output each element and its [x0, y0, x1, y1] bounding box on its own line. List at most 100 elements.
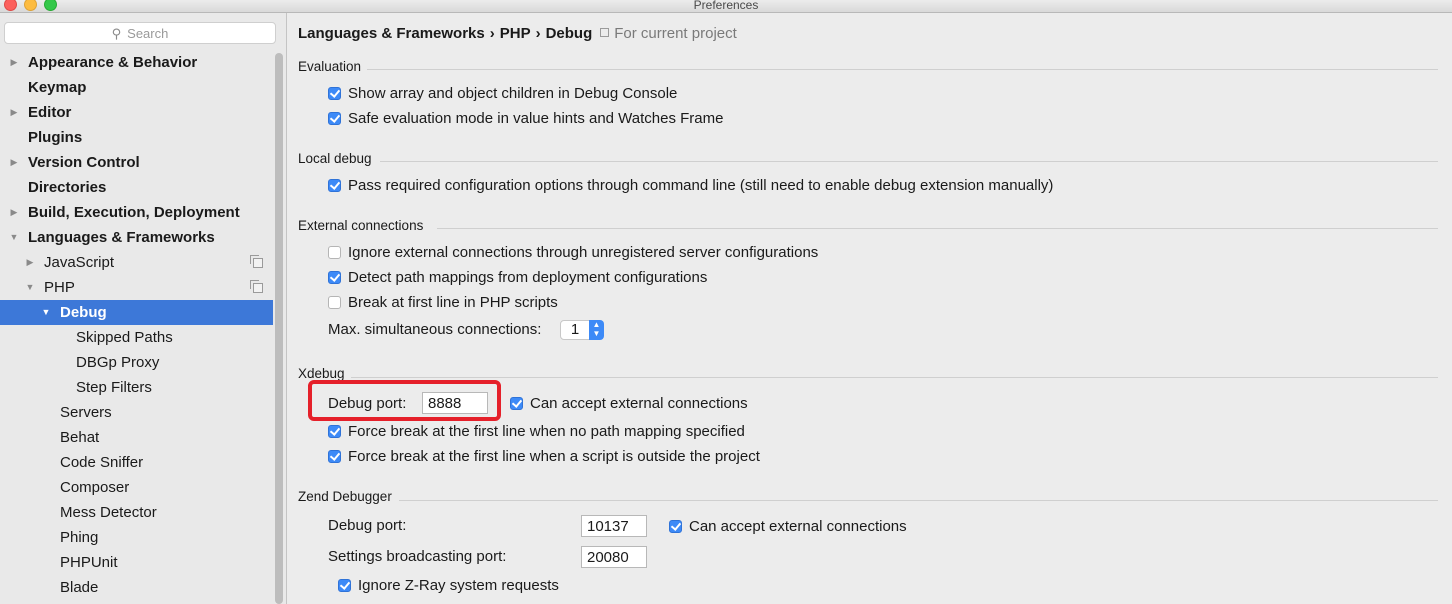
breadcrumb-debug: Debug: [545, 25, 593, 42]
zend-accept-external-label: Can accept external connections: [689, 518, 907, 535]
sidebar-item-phing[interactable]: Phing: [0, 525, 273, 550]
section-divider: [380, 161, 1438, 162]
ignore-zray-label: Ignore Z-Ray system requests: [358, 577, 559, 594]
sidebar-item-label: Languages & Frameworks: [28, 229, 215, 246]
window-title: Preferences: [693, 0, 759, 12]
breadcrumb-separator: ›: [535, 25, 541, 42]
sidebar-item-skipped-paths[interactable]: Skipped Paths: [0, 325, 273, 350]
sidebar-item-debug[interactable]: ▼ Debug: [0, 300, 273, 325]
expand-arrow-icon[interactable]: ▶: [24, 250, 36, 275]
section-divider: [437, 228, 1438, 229]
collapse-arrow-icon[interactable]: ▼: [8, 225, 20, 250]
sidebar-item-label: Composer: [60, 479, 130, 496]
safe-eval-label: Safe evaluation mode in value hints and …: [348, 110, 724, 127]
expand-arrow-icon[interactable]: ▶: [8, 100, 20, 125]
sidebar-scrollbar[interactable]: [275, 53, 283, 604]
search-icon: ⚲: [111, 26, 122, 41]
settings-tree: ▶ Appearance & Behavior Keymap ▶ Editor …: [0, 50, 273, 600]
sidebar-item-label: Version Control: [28, 154, 140, 171]
sidebar-item-servers[interactable]: Servers: [0, 400, 273, 425]
ignore-zray-checkbox[interactable]: [338, 579, 351, 592]
zend-accept-external-checkbox[interactable]: [669, 520, 682, 533]
sidebar-item-mess-detector[interactable]: Mess Detector: [0, 500, 273, 525]
force-break-no-mapping-checkbox[interactable]: [328, 425, 341, 438]
break-first-line-checkbox[interactable]: [328, 296, 341, 309]
force-break-outside-label: Force break at the first line when a scr…: [348, 448, 760, 465]
sidebar-item-label: Appearance & Behavior: [28, 54, 198, 71]
force-break-no-mapping-label: Force break at the first line when no pa…: [348, 423, 745, 440]
sidebar-item-label: Mess Detector: [60, 504, 157, 521]
sidebar-item-php[interactable]: ▼ PHP: [0, 275, 273, 300]
sidebar-item-behat[interactable]: Behat: [0, 425, 273, 450]
section-divider: [399, 500, 1438, 501]
section-title-xdebug: Xdebug: [298, 366, 345, 381]
breadcrumb-separator: ›: [489, 25, 495, 42]
ignore-external-checkbox[interactable]: [328, 246, 341, 259]
sidebar-item-code-sniffer[interactable]: Code Sniffer: [0, 450, 273, 475]
search-placeholder: Search: [127, 26, 169, 41]
sidebar-item-label: JavaScript: [44, 254, 115, 271]
sidebar-item-javascript[interactable]: ▶ JavaScript: [0, 250, 273, 275]
sidebar-item-label: Plugins: [28, 129, 83, 146]
show-array-checkbox[interactable]: [328, 87, 341, 100]
expand-arrow-icon[interactable]: ▶: [8, 200, 20, 225]
sidebar-item-label: Skipped Paths: [76, 329, 173, 346]
project-scope-icon: [600, 28, 610, 37]
safe-eval-checkbox[interactable]: [328, 112, 341, 125]
break-first-line-label: Break at first line in PHP scripts: [348, 294, 558, 311]
section-divider: [351, 377, 1438, 378]
sidebar-item-languages-frameworks[interactable]: ▼ Languages & Frameworks: [0, 225, 273, 250]
sidebar-item-label: Step Filters: [76, 379, 152, 396]
scope-label: For current project: [600, 25, 737, 42]
sidebar-item-label: Servers: [60, 404, 112, 421]
sidebar-item-label: Keymap: [28, 79, 87, 96]
xdebug-port-input[interactable]: [422, 392, 488, 414]
sidebar-item-directories[interactable]: Directories: [0, 175, 273, 200]
sidebar-item-label: Editor: [28, 104, 72, 121]
pass-options-label: Pass required configuration options thro…: [348, 177, 1054, 194]
show-array-label: Show array and object children in Debug …: [348, 85, 678, 102]
xdebug-port-label: Debug port:: [328, 395, 407, 412]
section-title-local-debug: Local debug: [298, 151, 372, 166]
sidebar-item-editor[interactable]: ▶ Editor: [0, 100, 273, 125]
broadcast-port-label: Settings broadcasting port:: [328, 548, 507, 565]
sidebar-item-version-control[interactable]: ▶ Version Control: [0, 150, 273, 175]
breadcrumb-languages-frameworks: Languages & Frameworks: [298, 25, 485, 42]
detect-mappings-label: Detect path mappings from deployment con…: [348, 269, 708, 286]
breadcrumb: Languages & Frameworks › PHP › Debug For curr…: [298, 25, 737, 42]
sidebar-item-dbgp-proxy[interactable]: DBGp Proxy: [0, 350, 273, 375]
detect-mappings-checkbox[interactable]: [328, 271, 341, 284]
sidebar-item-plugins[interactable]: Plugins: [0, 125, 273, 150]
collapse-arrow-icon[interactable]: ▼: [24, 275, 36, 300]
expand-arrow-icon[interactable]: ▶: [8, 150, 20, 175]
breadcrumb-php: PHP: [499, 25, 531, 42]
scope-text: For current project: [614, 25, 737, 42]
sidebar-item-phpunit[interactable]: PHPUnit: [0, 550, 273, 575]
search-input[interactable]: ⚲ Search: [4, 22, 276, 44]
sidebar-item-step-filters[interactable]: Step Filters: [0, 375, 273, 400]
window-titlebar: Preferences: [0, 0, 1452, 13]
sidebar-item-label: Behat: [60, 429, 100, 446]
sidebar-item-label: Build, Execution, Deployment: [28, 204, 240, 221]
max-connections-input[interactable]: 1: [560, 320, 590, 340]
force-break-outside-checkbox[interactable]: [328, 450, 341, 463]
broadcast-port-input[interactable]: [581, 546, 647, 568]
sidebar-item-composer[interactable]: Composer: [0, 475, 273, 500]
sidebar-item-keymap[interactable]: Keymap: [0, 75, 273, 100]
sidebar-item-label: Code Sniffer: [60, 454, 144, 471]
collapse-arrow-icon[interactable]: ▼: [40, 300, 52, 325]
sidebar-item-build-execution-deployment[interactable]: ▶ Build, Execution, Deployment: [0, 200, 273, 225]
section-divider: [367, 69, 1438, 70]
sidebar-item-blade[interactable]: Blade: [0, 575, 273, 600]
settings-panel: Languages & Frameworks › PHP › Debug For curr…: [287, 13, 1452, 604]
zend-port-input[interactable]: [581, 515, 647, 537]
settings-sidebar: ⚲ Search ▶ Appearance & Behavior Keymap ▶…: [0, 13, 287, 604]
zend-port-label: Debug port:: [328, 517, 407, 534]
expand-arrow-icon[interactable]: ▶: [8, 50, 20, 75]
pass-options-checkbox[interactable]: [328, 179, 341, 192]
sidebar-item-appearance-behavior[interactable]: ▶ Appearance & Behavior: [0, 50, 273, 75]
sidebar-item-label: Debug: [60, 304, 107, 321]
xdebug-accept-external-checkbox[interactable]: [510, 397, 523, 410]
max-connections-stepper[interactable]: ▲ ▼: [589, 320, 604, 340]
sidebar-item-label: PHP: [44, 279, 75, 296]
